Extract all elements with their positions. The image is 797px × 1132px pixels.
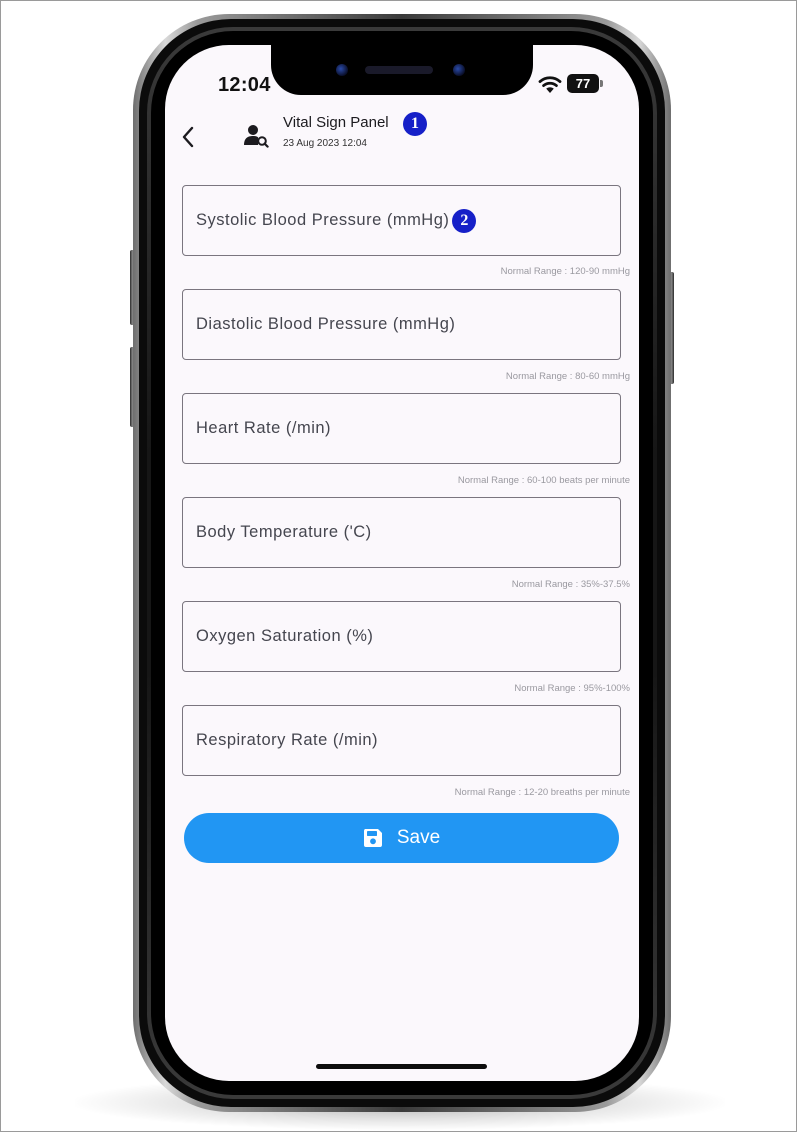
oxygen-saturation-label: Oxygen Saturation (%) xyxy=(196,627,374,645)
battery-level: 77 xyxy=(567,74,599,93)
body-temperature-label: Body Temperature ('C) xyxy=(196,523,372,541)
respiratory-rate-label: Respiratory Rate (/min) xyxy=(196,731,379,749)
battery-cap xyxy=(600,80,603,87)
systolic-field[interactable]: Systolic Blood Pressure (mmHg) 2 xyxy=(182,185,621,256)
page-date: 23 Aug 2023 12:04 xyxy=(283,138,367,149)
oxygen-saturation-field[interactable]: Oxygen Saturation (%) xyxy=(182,601,621,672)
respiratory-rate-hint: Normal Range : 12-20 breaths per minute xyxy=(454,787,630,798)
wifi-icon xyxy=(538,76,562,93)
save-button[interactable]: Save xyxy=(184,813,619,863)
annotation-badge-2: 2 xyxy=(452,208,477,233)
systolic-label: Systolic Blood Pressure (mmHg) xyxy=(196,211,450,229)
diastolic-hint: Normal Range : 80-60 mmHg xyxy=(505,371,630,382)
sensor-icon xyxy=(453,64,465,76)
home-indicator[interactable] xyxy=(316,1064,487,1069)
earpiece-speaker xyxy=(365,66,433,74)
body-temperature-hint: Normal Range : 35%-37.5% xyxy=(511,579,630,590)
status-time: 12:04 xyxy=(218,74,271,96)
floppy-disk-icon xyxy=(363,829,382,847)
user-search-icon xyxy=(244,125,269,148)
diastolic-field[interactable]: Diastolic Blood Pressure (mmHg) xyxy=(182,289,621,360)
respiratory-rate-field[interactable]: Respiratory Rate (/min) xyxy=(182,705,621,776)
heart-rate-field[interactable]: Heart Rate (/min) xyxy=(182,393,621,464)
heart-rate-label: Heart Rate (/min) xyxy=(196,419,332,437)
page-title: Vital Sign Panel xyxy=(283,114,389,131)
oxygen-saturation-hint: Normal Range : 95%-100% xyxy=(514,683,630,694)
camera-icon xyxy=(336,64,348,76)
annotation-badge-1: 1 xyxy=(403,112,427,136)
chevron-left-icon[interactable] xyxy=(176,120,200,154)
systolic-hint: Normal Range : 120-90 mmHg xyxy=(500,266,630,277)
save-label: Save xyxy=(396,827,441,848)
heart-rate-hint: Normal Range : 60-100 beats per minute xyxy=(457,475,630,486)
body-temperature-field[interactable]: Body Temperature ('C) xyxy=(182,497,621,568)
diastolic-label: Diastolic Blood Pressure (mmHg) xyxy=(196,315,456,333)
